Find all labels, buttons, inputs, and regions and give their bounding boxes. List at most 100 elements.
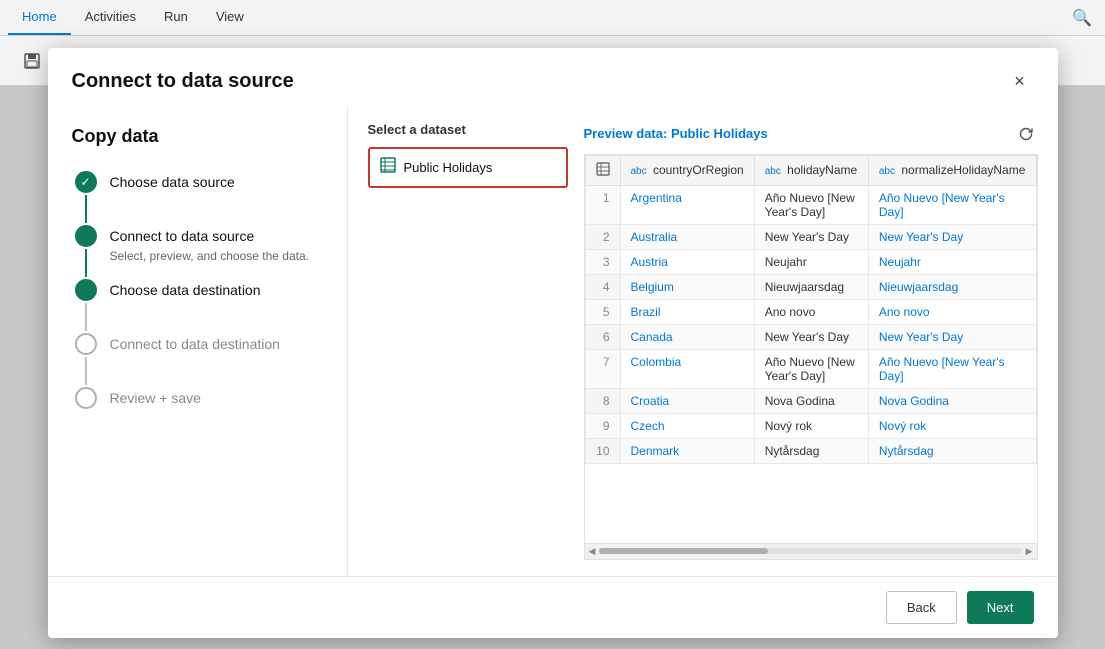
country-cell: Australia: [620, 224, 754, 249]
holiday-cell: Ano novo: [754, 299, 868, 324]
country-cell: Denmark: [620, 438, 754, 463]
row-num: 4: [585, 274, 620, 299]
scroll-right-arrow[interactable]: ▶: [1026, 546, 1033, 557]
step-4-indicator: [72, 333, 100, 387]
row-num: 7: [585, 349, 620, 388]
table-row: 2 Australia New Year's Day New Year's Da…: [585, 224, 1036, 249]
horizontal-scrollbar[interactable]: ◀ ▶: [584, 544, 1038, 560]
country-cell: Colombia: [620, 349, 754, 388]
normalized-cell: Año Nuevo [New Year's Day]: [868, 349, 1036, 388]
next-button[interactable]: Next: [967, 591, 1034, 624]
content-panel: Select a dataset: [348, 106, 1058, 576]
wizard-step-3: Choose data destination: [72, 279, 323, 333]
step-1-content: Choose data source: [110, 171, 235, 201]
dataset-selector: Select a dataset: [368, 122, 568, 560]
step-2-label: Connect to data source: [110, 225, 309, 247]
row-num: 1: [585, 185, 620, 224]
col-header-country: abc countryOrRegion: [620, 155, 754, 185]
step-2-line: [85, 249, 87, 277]
wizard-step-2: Connect to data source Select, preview, …: [72, 225, 323, 279]
normalized-cell: Nieuwjaarsdag: [868, 274, 1036, 299]
table-row: 1 Argentina Año Nuevo [New Year's Day] A…: [585, 185, 1036, 224]
step-4-line: [85, 357, 87, 385]
table-row: 10 Denmark Nytårsdag Nytårsdag: [585, 438, 1036, 463]
refresh-button[interactable]: [1014, 122, 1038, 146]
scroll-left-arrow[interactable]: ◀: [589, 546, 596, 557]
holiday-cell: Nova Godina: [754, 388, 868, 413]
modal-overlay: Connect to data source × Copy data ✓: [0, 36, 1105, 649]
normalized-cell: New Year's Day: [868, 224, 1036, 249]
nav-tab-run[interactable]: Run: [150, 0, 202, 35]
wizard-step-1: ✓ Choose data source: [72, 171, 323, 225]
country-cell: Canada: [620, 324, 754, 349]
country-cell: Croatia: [620, 388, 754, 413]
step-3-line: [85, 303, 87, 331]
nav-tab-view[interactable]: View: [202, 0, 258, 35]
close-button[interactable]: ×: [1006, 68, 1034, 96]
holiday-cell: Nieuwjaarsdag: [754, 274, 868, 299]
preview-title: Preview data: Public Holidays: [584, 126, 768, 141]
step-3-label: Choose data destination: [110, 279, 261, 301]
step-3-dot: [82, 286, 90, 294]
table-row: 6 Canada New Year's Day New Year's Day: [585, 324, 1036, 349]
step-2-content: Connect to data source Select, preview, …: [110, 225, 309, 271]
data-table: abc countryOrRegion abc holidayName: [585, 155, 1037, 464]
table-row: 3 Austria Neujahr Neujahr: [585, 249, 1036, 274]
normalized-cell: Nový rok: [868, 413, 1036, 438]
step-5-indicator: [72, 387, 100, 409]
step-2-indicator: [72, 225, 100, 279]
scrollbar-thumb[interactable]: [599, 548, 768, 554]
scrollbar-track: [599, 548, 1021, 554]
step-3-indicator: [72, 279, 100, 333]
step-3-content: Choose data destination: [110, 279, 261, 309]
normalized-cell: Nova Godina: [868, 388, 1036, 413]
panel-row: Select a dataset: [368, 122, 1038, 560]
row-num: 2: [585, 224, 620, 249]
wizard-title: Copy data: [72, 126, 323, 147]
normalized-cell: Nytårsdag: [868, 438, 1036, 463]
wizard-sidebar: Copy data ✓ Choose data source: [48, 106, 348, 576]
col-header-normalized: abc normalizeHolidayName: [868, 155, 1036, 185]
dataset-section-title: Select a dataset: [368, 122, 568, 137]
step-1-label: Choose data source: [110, 171, 235, 193]
nav-tab-home[interactable]: Home: [8, 0, 71, 35]
country-cell: Czech: [620, 413, 754, 438]
step-2-circle: [75, 225, 97, 247]
nav-tab-activities[interactable]: Activities: [71, 0, 150, 35]
data-table-container: abc countryOrRegion abc holidayName: [584, 154, 1038, 544]
table-row: 7 Colombia Año Nuevo [New Year's Day] Añ…: [585, 349, 1036, 388]
step-2-sublabel: Select, preview, and choose the data.: [110, 249, 309, 263]
step-5-circle: [75, 387, 97, 409]
step-3-circle: [75, 279, 97, 301]
holiday-cell: Año Nuevo [New Year's Day]: [754, 349, 868, 388]
table-icon: [380, 157, 396, 178]
step-4-content: Connect to data destination: [110, 333, 280, 363]
normalized-cell: Año Nuevo [New Year's Day]: [868, 185, 1036, 224]
country-cell: Austria: [620, 249, 754, 274]
step-4-circle: [75, 333, 97, 355]
step-1-line: [85, 195, 87, 223]
row-num: 8: [585, 388, 620, 413]
step-4-label: Connect to data destination: [110, 333, 280, 355]
search-icon[interactable]: 🔍: [1067, 3, 1097, 33]
modal-title: Connect to data source: [72, 70, 294, 93]
app-frame: Home Activities Run View 🔍: [0, 0, 1105, 649]
step-1-circle: ✓: [75, 171, 97, 193]
row-num: 3: [585, 249, 620, 274]
main-area: Connect to data source × Copy data ✓: [0, 36, 1105, 649]
dataset-name-label: Public Holidays: [404, 160, 493, 175]
holiday-cell: Neujahr: [754, 249, 868, 274]
preview-panel: Preview data: Public Holidays: [584, 122, 1038, 560]
table-body: 1 Argentina Año Nuevo [New Year's Day] A…: [585, 185, 1036, 463]
row-num: 10: [585, 438, 620, 463]
dataset-item-public-holidays[interactable]: Public Holidays: [368, 147, 568, 188]
modal-footer: Back Next: [48, 576, 1058, 638]
country-cell: Brazil: [620, 299, 754, 324]
preview-header: Preview data: Public Holidays: [584, 122, 1038, 146]
country-cell: Argentina: [620, 185, 754, 224]
normalized-cell: New Year's Day: [868, 324, 1036, 349]
country-cell: Belgium: [620, 274, 754, 299]
holiday-cell: Nytårsdag: [754, 438, 868, 463]
holiday-cell: New Year's Day: [754, 224, 868, 249]
back-button[interactable]: Back: [886, 591, 957, 624]
